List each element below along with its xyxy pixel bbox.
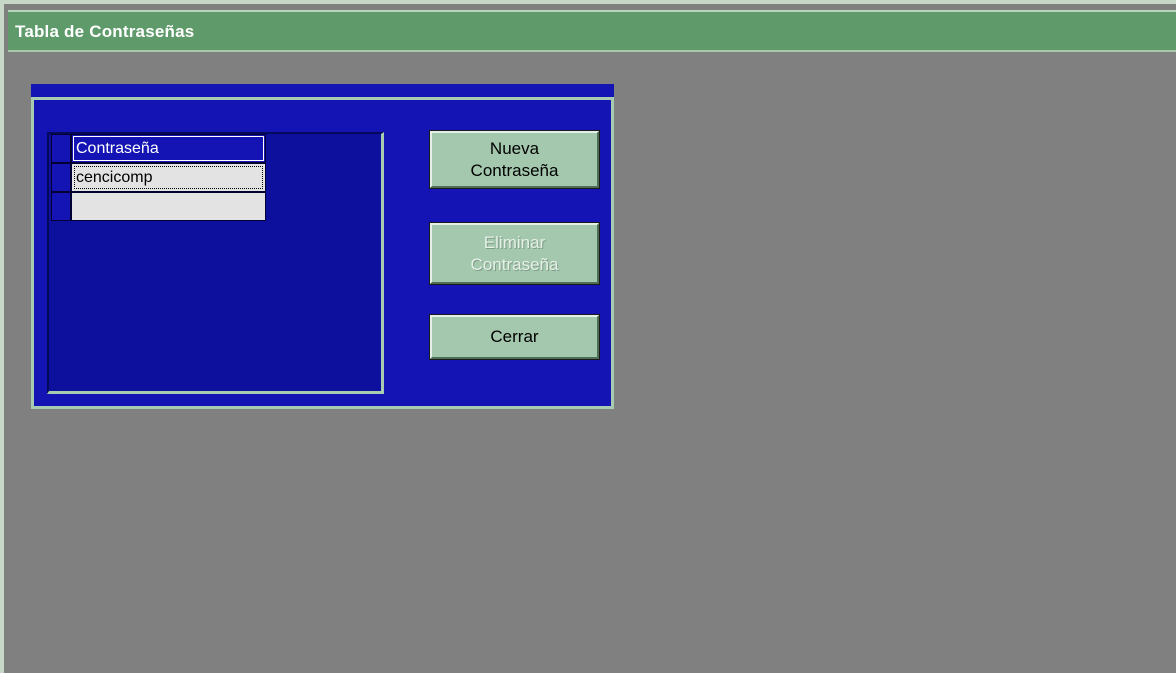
password-cell[interactable] — [71, 192, 266, 221]
app-window: Tabla de Contraseñas Contraseña cencicom… — [0, 0, 1176, 673]
row-selector[interactable] — [51, 134, 71, 163]
column-header-password[interactable]: Contraseña — [71, 134, 266, 163]
row-selector[interactable] — [51, 163, 71, 192]
close-button-label: Cerrar — [490, 327, 539, 346]
delete-password-button[interactable]: Eliminar Contraseña — [429, 222, 600, 285]
title-bar: Tabla de Contraseñas — [8, 10, 1176, 52]
password-cell[interactable]: cencicomp — [71, 163, 266, 192]
new-password-button[interactable]: Nueva Contraseña — [429, 130, 600, 189]
row-selector[interactable] — [51, 192, 71, 221]
table-row-new[interactable] — [51, 192, 266, 221]
table-row[interactable]: cencicomp — [51, 163, 266, 192]
delete-password-button-label-line1: Eliminar — [483, 232, 546, 252]
delete-password-button-label-line2: Contraseña — [470, 254, 559, 274]
table-header-row: Contraseña — [51, 134, 266, 163]
window-title: Tabla de Contraseñas — [15, 22, 195, 41]
new-password-button-label-line2: Contraseña — [470, 160, 559, 180]
form-panel-header-bar — [31, 84, 614, 97]
form-panel: Contraseña cencicomp Nueva Contraseña El… — [31, 97, 614, 409]
close-button[interactable]: Cerrar — [429, 314, 600, 360]
password-datasheet[interactable]: Contraseña cencicomp — [47, 132, 384, 394]
new-password-button-label-line1: Nueva — [489, 138, 540, 158]
